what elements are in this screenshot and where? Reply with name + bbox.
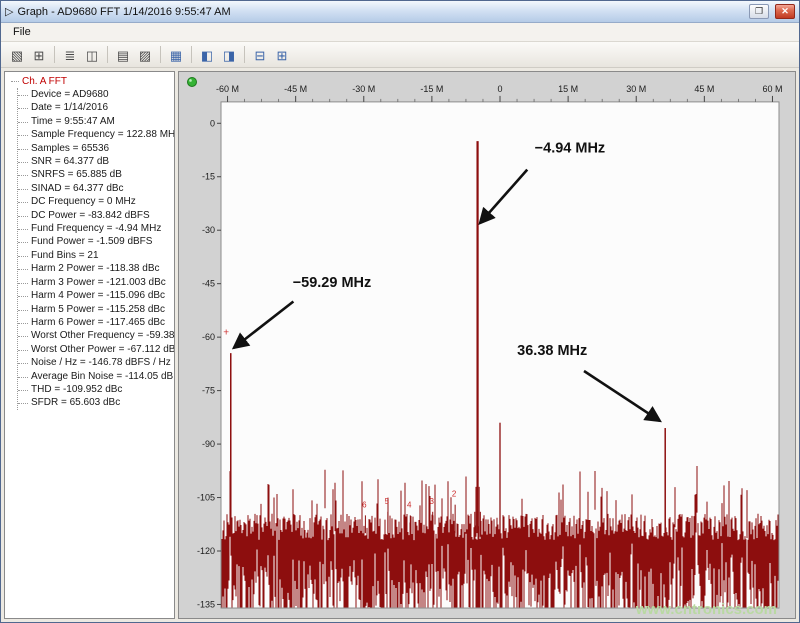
toolbar: ▧⊞≣◫▤▨▦◧◨⊟⊞	[1, 42, 799, 68]
toolbar-separator	[107, 46, 108, 63]
tree-item[interactable]: Harm 5 Power = -115.258 dBc	[18, 303, 174, 316]
tree-item[interactable]: DC Power = -83.842 dBFS	[18, 209, 174, 222]
tree-item[interactable]: Harm 2 Power = -118.38 dBc	[18, 262, 174, 275]
tree-item[interactable]: Harm 4 Power = -115.096 dBc	[18, 289, 174, 302]
tree-item[interactable]: Device = AD9680	[18, 88, 174, 101]
toolbar-separator	[191, 46, 192, 63]
annotation-label: −4.94 MHz	[535, 141, 606, 157]
status-led	[188, 77, 197, 86]
x-axis-tick-label: -45 M	[284, 84, 307, 94]
y-axis-tick-label: -105	[197, 493, 215, 503]
worst-other-marker: +	[223, 327, 229, 338]
tree-item[interactable]: DC Frequency = 0 MHz	[18, 195, 174, 208]
tree-item[interactable]: THD = -109.952 dBc	[18, 383, 174, 396]
menu-file[interactable]: File	[5, 24, 39, 40]
harmonic-label: 4	[407, 500, 412, 509]
annotation-icon[interactable]: ≣	[59, 45, 81, 65]
save-icon[interactable]: ◫	[81, 45, 103, 65]
grid-icon[interactable]: ▦	[165, 45, 187, 65]
tree-item[interactable]: Fund Bins = 21	[18, 249, 174, 262]
print-icon[interactable]: ▤	[112, 45, 134, 65]
x-axis-tick-label: 45 M	[694, 84, 714, 94]
y-axis-tick-label: -60	[202, 332, 215, 342]
x-axis-tick-label: 60 M	[762, 84, 782, 94]
y-axis-tick-label: -120	[197, 546, 215, 556]
x-axis-tick-label: -15 M	[420, 84, 443, 94]
tree-item[interactable]: Harm 6 Power = -117.465 dBc	[18, 316, 174, 329]
graph-window: ▷ Graph - AD9680 FFT 1/14/2016 9:55:47 A…	[0, 0, 800, 623]
chart-panel: -60 M -45 M -30 M -15 M 0 15 M 30 M 45 M 60 M 0 -1…	[178, 71, 796, 619]
toolbar-separator	[54, 46, 55, 63]
main-content: Ch. A FFT Device = AD9680Date = 1/14/201…	[1, 68, 799, 622]
tree-item[interactable]: SNR = 64.377 dB	[18, 155, 174, 168]
toolbar-separator	[160, 46, 161, 63]
annotation-label: −59.29 MHz	[293, 275, 372, 291]
tree-item[interactable]: Worst Other Frequency = -59.38 MHz	[18, 329, 174, 342]
tree-item[interactable]: Average Bin Noise = -114.05 dBFS	[18, 370, 174, 383]
tree-item-list: Device = AD9680Date = 1/14/2016Time = 9:…	[17, 88, 174, 410]
tree-item[interactable]: SNRFS = 65.885 dB	[18, 168, 174, 181]
tree-item[interactable]: Sample Frequency = 122.88 MHz	[18, 128, 174, 141]
maximize-button[interactable]: ❐	[749, 4, 769, 19]
x-axis-tick-label: -30 M	[352, 84, 375, 94]
tree-item[interactable]: Worst Other Power = -67.112 dBFS	[18, 343, 174, 356]
tree-item[interactable]: Fund Power = -1.509 dBFS	[18, 235, 174, 248]
y-axis-tick-label: 0	[210, 118, 215, 128]
app-icon: ▷	[5, 5, 13, 18]
x-axis-tick-label: 15 M	[558, 84, 578, 94]
tree-item[interactable]: Harm 3 Power = -121.003 dBc	[18, 276, 174, 289]
split-vertical-icon[interactable]: ◨	[218, 45, 240, 65]
harmonic-label: 6	[362, 500, 367, 509]
results-tree-panel: Ch. A FFT Device = AD9680Date = 1/14/201…	[4, 71, 175, 619]
status-led-highlight	[189, 79, 192, 82]
x-axis-tick-label: 30 M	[626, 84, 646, 94]
y-axis-tick-label: -135	[197, 599, 215, 609]
close-button[interactable]: ✕	[775, 4, 795, 19]
tree-item[interactable]: Time = 9:55:47 AM	[18, 115, 174, 128]
annotation-label: 36.38 MHz	[517, 343, 587, 359]
export-graph-icon[interactable]: ▧	[6, 45, 28, 65]
cascade-windows-icon[interactable]: ⊟	[249, 45, 271, 65]
tree-item[interactable]: SFDR = 65.603 dBc	[18, 396, 174, 409]
y-axis-tick-label: -30	[202, 225, 215, 235]
watermark: www.cntronics.com	[635, 601, 777, 618]
y-axis-tick-label: -90	[202, 439, 215, 449]
x-axis-tick-label: 0	[497, 84, 502, 94]
title-bar[interactable]: ▷ Graph - AD9680 FFT 1/14/2016 9:55:47 A…	[1, 1, 799, 23]
tree-item[interactable]: Fund Frequency = -4.94 MHz	[18, 222, 174, 235]
y-axis-tick-label: -45	[202, 279, 215, 289]
toolbar-separator	[244, 46, 245, 63]
fft-chart: -60 M -45 M -30 M -15 M 0 15 M 30 M 45 M 60 M 0 -1…	[179, 72, 795, 618]
tile-windows-icon[interactable]: ⊞	[271, 45, 293, 65]
data-table-icon[interactable]: ⊞	[28, 45, 50, 65]
tree-root-ch-a-fft[interactable]: Ch. A FFT	[10, 75, 174, 88]
menu-bar: File	[1, 23, 799, 42]
tree-item[interactable]: Noise / Hz = -146.78 dBFS / Hz	[18, 356, 174, 369]
tree-item[interactable]: Date = 1/14/2016	[18, 101, 174, 114]
tree-item[interactable]: Samples = 65536	[18, 142, 174, 155]
copy-icon[interactable]: ▨	[134, 45, 156, 65]
split-horizontal-icon[interactable]: ◧	[196, 45, 218, 65]
harmonic-label: 3	[429, 497, 434, 506]
harmonic-label: 5	[385, 497, 390, 506]
harmonic-label: 2	[452, 490, 457, 499]
y-axis-tick-label: -75	[202, 386, 215, 396]
window-title: Graph - AD9680 FFT 1/14/2016 9:55:47 AM	[17, 6, 743, 18]
x-axis-tick-label: -60 M	[216, 84, 239, 94]
tree-item[interactable]: SINAD = 64.377 dBc	[18, 182, 174, 195]
y-axis-tick-label: -15	[202, 172, 215, 182]
